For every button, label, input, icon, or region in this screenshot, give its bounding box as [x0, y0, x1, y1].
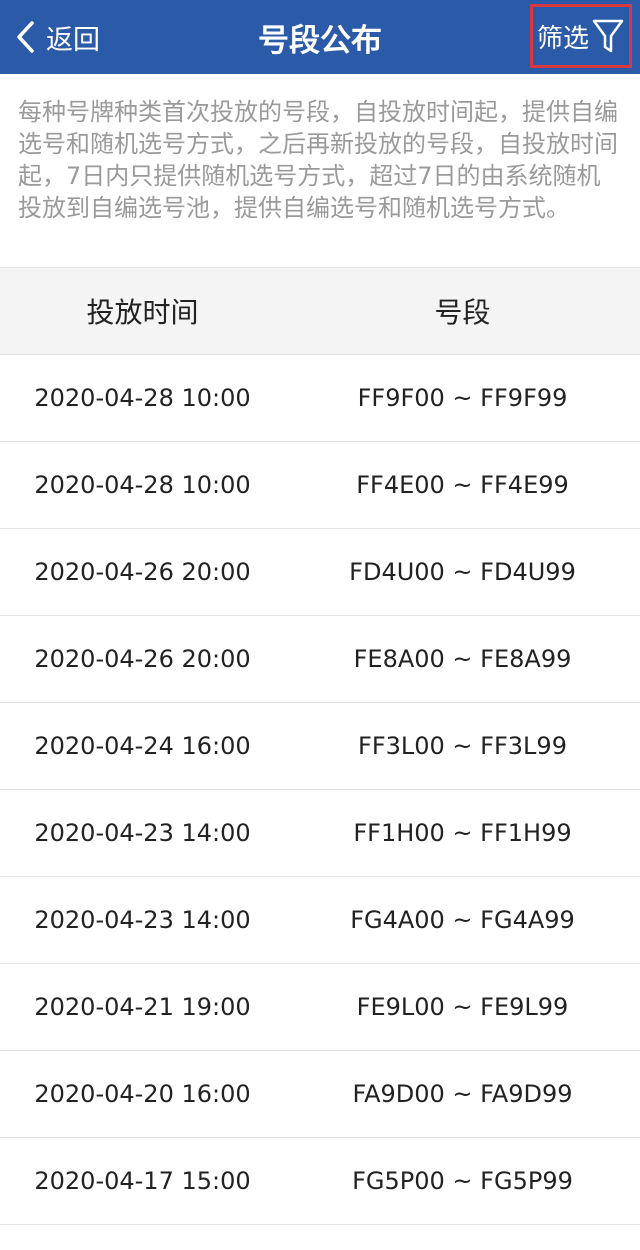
release-time: 2020-04-20 16:00: [34, 1080, 251, 1108]
number-segment: FF4E00 ~ FF4E99: [356, 471, 569, 499]
back-button[interactable]: 返回: [14, 0, 100, 74]
table-row[interactable]: 2020-04-23 14:00 FF1H00 ~ FF1H99: [0, 790, 640, 877]
number-segment: FG4A00 ~ FG4A99: [350, 906, 575, 934]
filter-button[interactable]: 筛选: [530, 4, 632, 68]
funnel-icon: [592, 19, 624, 53]
number-segment: FA9D00 ~ FA9D99: [352, 1080, 573, 1108]
table-row[interactable]: 2020-04-17 15:00 FG5P00 ~ FG5P99: [0, 1138, 640, 1225]
table-row[interactable]: 2020-04-26 20:00 FE8A00 ~ FE8A99: [0, 616, 640, 703]
table-row[interactable]: 2020-04-21 19:00 FE9L00 ~ FE9L99: [0, 964, 640, 1051]
header-time: 投放时间: [86, 296, 199, 329]
filter-label: 筛选: [536, 23, 589, 54]
release-time: 2020-04-21 19:00: [34, 993, 251, 1021]
number-segment: FF9F00 ~ FF9F99: [357, 384, 568, 412]
app-header: 返回 号段公布 筛选: [0, 0, 640, 74]
header-segment: 号段: [434, 296, 491, 329]
table-row[interactable]: 2020-04-24 16:00 FF3L00 ~ FF3L99: [0, 703, 640, 790]
number-segment: FF3L00 ~ FF3L99: [358, 732, 567, 760]
number-segment: FE9L00 ~ FE9L99: [356, 993, 569, 1021]
release-time: 2020-04-28 10:00: [34, 471, 251, 499]
number-segment: FD4U00 ~ FD4U99: [349, 558, 576, 586]
table-row[interactable]: 2020-04-28 10:00 FF9F00 ~ FF9F99: [0, 355, 640, 442]
number-segment: FF1H00 ~ FF1H99: [353, 819, 572, 847]
number-segment: FE8A00 ~ FE8A99: [353, 645, 572, 673]
release-time: 2020-04-24 16:00: [34, 732, 251, 760]
back-label: 返回: [46, 24, 100, 56]
table-row[interactable]: 2020-04-26 20:00 FD4U00 ~ FD4U99: [0, 529, 640, 616]
table-header: 投放时间 号段: [0, 268, 640, 355]
table-row[interactable]: 2020-04-23 14:00 FG4A00 ~ FG4A99: [0, 877, 640, 964]
release-time: 2020-04-28 10:00: [34, 384, 251, 412]
number-segment: FG5P00 ~ FG5P99: [352, 1167, 573, 1195]
segment-list: 2020-04-28 10:00 FF9F00 ~ FF9F99 2020-04…: [0, 355, 640, 1225]
release-time: 2020-04-17 15:00: [34, 1167, 251, 1195]
release-time: 2020-04-23 14:00: [34, 906, 251, 934]
release-time: 2020-04-26 20:00: [34, 558, 251, 586]
release-time: 2020-04-23 14:00: [34, 819, 251, 847]
table-row[interactable]: 2020-04-20 16:00 FA9D00 ~ FA9D99: [0, 1051, 640, 1138]
chevron-left-icon: [17, 21, 34, 53]
release-time: 2020-04-26 20:00: [34, 645, 251, 673]
table-row[interactable]: 2020-04-28 10:00 FF4E00 ~ FF4E99: [0, 442, 640, 529]
